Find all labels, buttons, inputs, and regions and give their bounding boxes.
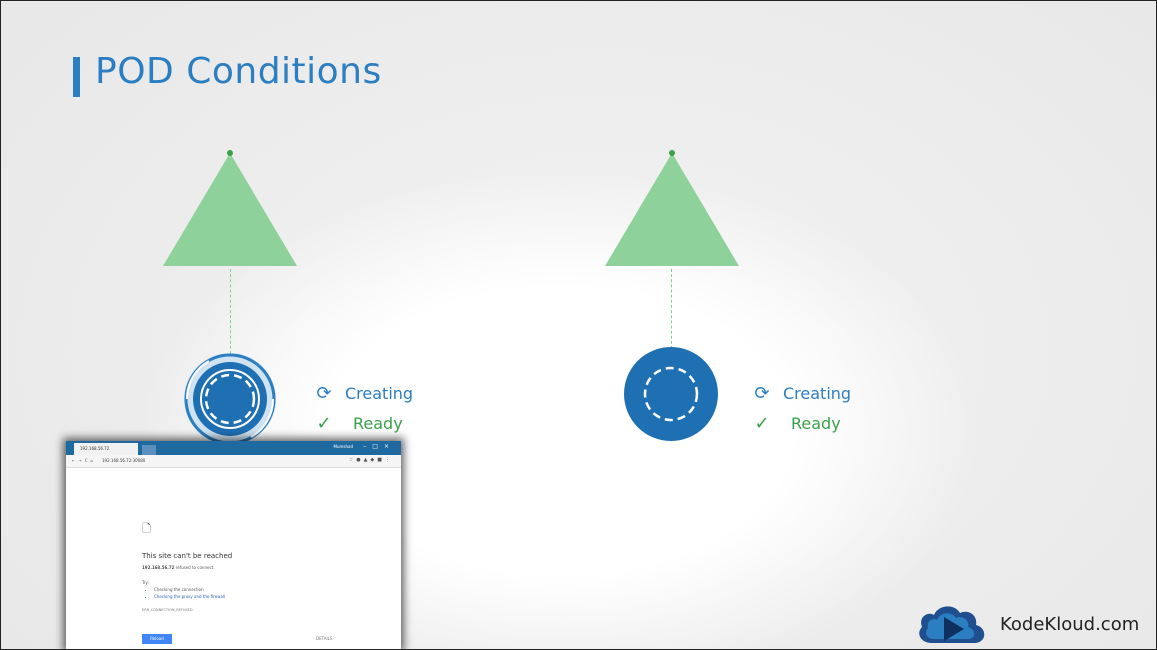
toolbar-icons[interactable]: ☆●▲◆■⋮ [349, 457, 393, 463]
status-label: Creating [345, 383, 414, 403]
reload-button[interactable]: Reload [142, 634, 172, 644]
pod-status-list: ⟳ Creating ✓ Ready [313, 378, 413, 438]
broken-page-icon: 🗋 [142, 522, 151, 535]
error-subtext: 192.168.56.72 refused to connect. [142, 565, 215, 570]
title-accent-bar [73, 57, 80, 97]
browser-user: Mumshad [333, 444, 354, 449]
node-triangle-icon [163, 150, 297, 266]
refresh-icon: ⟳ [754, 382, 770, 404]
status-creating: ⟳ Creating [751, 378, 851, 408]
connector-line [671, 269, 672, 349]
check-icon: ✓ [316, 412, 332, 434]
details-button[interactable]: DETAILS [316, 636, 332, 641]
browser-content: 🗋 This site can't be reached 192.168.56.… [66, 468, 401, 649]
list-item[interactable]: Checking the proxy and the firewall [154, 594, 225, 599]
error-code: ERR_CONNECTION_REFUSED [142, 608, 193, 612]
new-tab-button[interactable] [142, 445, 156, 455]
url-field[interactable]: 192.168.56.72:30080 [102, 458, 145, 463]
address-bar: ←→C⌂ 192.168.56.72:30080 ☆●▲◆■⋮ [66, 455, 401, 468]
kodekloud-logo: KodeKloud.com [914, 601, 1139, 647]
error-host: 192.168.56.72 [142, 565, 175, 570]
status-label: Ready [791, 413, 841, 433]
error-heading: This site can't be reached [142, 552, 233, 560]
error-message: refused to connect. [175, 565, 215, 570]
status-label: Ready [353, 413, 403, 433]
cloud-play-icon [919, 606, 985, 643]
connector-line [230, 269, 231, 359]
try-label: Try: [142, 580, 149, 585]
refresh-icon: ⟳ [316, 382, 332, 404]
window-controls[interactable]: –□× [363, 443, 395, 450]
logo-text: KodeKloud.com [1000, 613, 1140, 635]
list-item: Checking the connection [154, 587, 225, 592]
browser-window: 192.168.56.72 Mumshad –□× ←→C⌂ 192.168.5… [66, 441, 401, 649]
page-title: POD Conditions [95, 51, 382, 92]
slide: POD Conditions ⟳ Creating ✓ Ready ⟳ Crea… [0, 0, 1157, 650]
status-ready: ✓ Ready [751, 408, 851, 438]
status-label: Creating [783, 383, 852, 403]
nav-buttons[interactable]: ←→C⌂ [72, 458, 96, 463]
status-creating: ⟳ Creating [313, 378, 413, 408]
check-icon: ✓ [754, 412, 770, 434]
pod-icon [624, 347, 718, 441]
node-triangle-icon [605, 150, 739, 266]
browser-tab[interactable]: 192.168.56.72 [74, 443, 138, 455]
pod-status-list: ⟳ Creating ✓ Ready [751, 378, 851, 438]
browser-titlebar: 192.168.56.72 Mumshad –□× [66, 441, 401, 455]
suggestion-list: Checking the connection Checking the pro… [148, 587, 225, 601]
status-ready: ✓ Ready [313, 408, 413, 438]
pod-icon [184, 353, 276, 445]
